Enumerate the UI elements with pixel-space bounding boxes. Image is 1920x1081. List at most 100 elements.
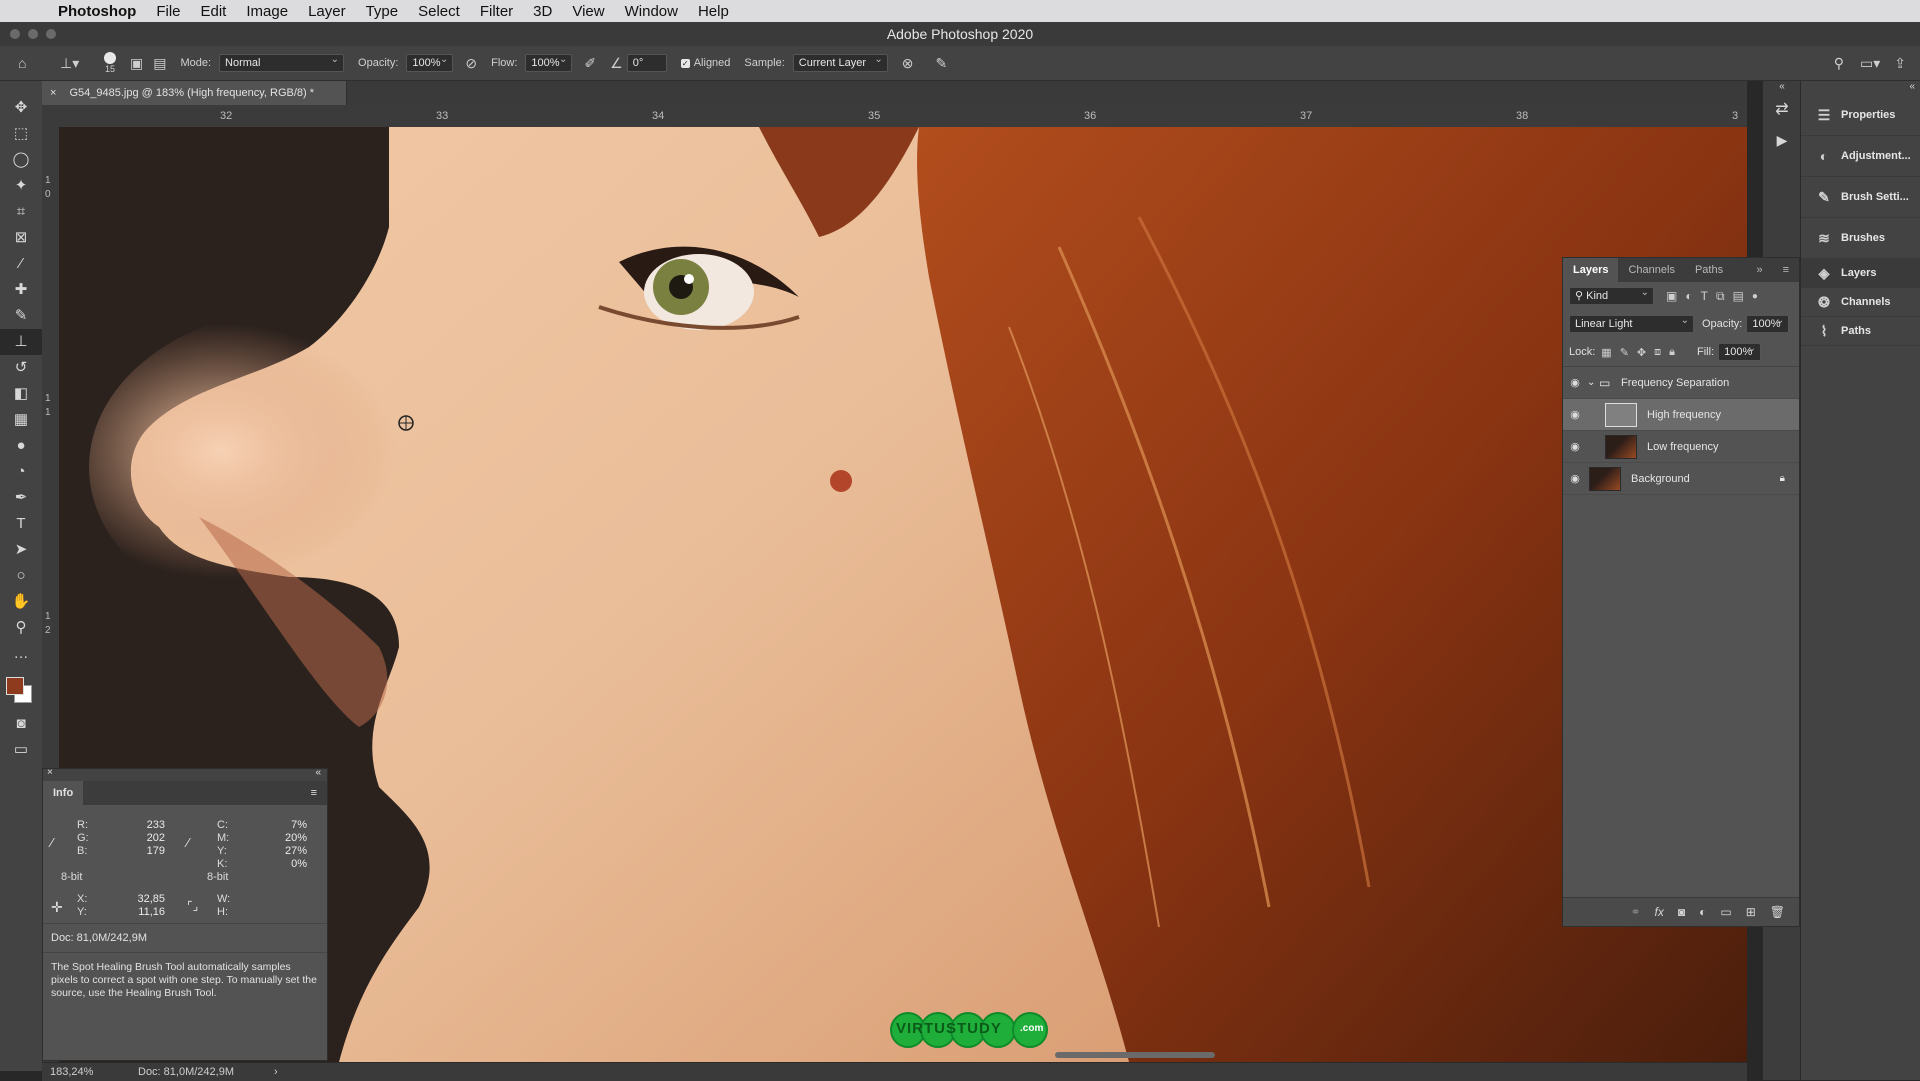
pressure-opacity-icon[interactable]: ⊘ <box>465 55 477 72</box>
menu-app[interactable]: Photoshop <box>48 3 146 20</box>
close-window-button[interactable] <box>10 29 20 39</box>
screen-mode-icon[interactable]: ▭ <box>0 737 42 763</box>
fx-icon[interactable]: fx <box>1655 905 1664 919</box>
brush-settings-toggle-icon[interactable]: ▣ <box>130 55 143 72</box>
chevron-down-icon[interactable]: ⌄ <box>1587 377 1599 388</box>
lock-transparent-icon[interactable]: ▦ <box>1601 346 1611 359</box>
history-brush-tool-icon[interactable]: ↺ <box>0 355 42 381</box>
zoom-tool-icon[interactable]: ⚲ <box>0 615 42 641</box>
filter-type-icon[interactable]: T <box>1701 289 1708 303</box>
filter-toggle-icon[interactable]: ● <box>1752 291 1758 302</box>
aligned-checkbox[interactable]: ✓ Aligned <box>680 57 730 69</box>
healing-brush-tool-icon[interactable]: ✚ <box>0 277 42 303</box>
panel-brush-settings[interactable]: ✎ Brush Setti... <box>1801 177 1920 218</box>
visibility-eye-icon[interactable]: ◉ <box>1563 472 1587 485</box>
document-tab[interactable]: × G54_9485.jpg @ 183% (High frequency, R… <box>42 81 347 105</box>
actions-panel-icon[interactable]: ▶ <box>1763 125 1801 155</box>
menu-edit[interactable]: Edit <box>191 3 237 20</box>
lock-all-icon[interactable]: 🔒︎ <box>1669 346 1675 359</box>
menu-select[interactable]: Select <box>408 3 470 20</box>
frame-tool-icon[interactable]: ⊠ <box>0 225 42 251</box>
close-tab-icon[interactable]: × <box>50 87 56 99</box>
panel-layers[interactable]: ◈ Layers <box>1801 259 1920 288</box>
mode-select[interactable]: Normal <box>219 52 345 72</box>
history-panel-icon[interactable]: ⇄ <box>1763 95 1801 125</box>
menu-3d[interactable]: 3D <box>523 3 562 20</box>
collapse-icon[interactable]: « <box>1801 81 1920 95</box>
panel-menu-icon[interactable]: ≡ <box>1773 258 1799 282</box>
more-tools-icon[interactable]: … <box>0 641 42 667</box>
gradient-tool-icon[interactable]: ▦ <box>0 407 42 433</box>
lock-position-icon[interactable]: ✥ <box>1637 346 1646 359</box>
collapse-panel-icon[interactable]: « <box>315 767 321 778</box>
collapse-panels-icon[interactable]: « <box>1763 81 1801 95</box>
visibility-eye-icon[interactable]: ◉ <box>1563 376 1587 389</box>
panel-brushes[interactable]: ≋ Brushes <box>1801 218 1920 259</box>
filter-adjustment-icon[interactable]: ◐ <box>1685 289 1692 303</box>
tab-layers[interactable]: Layers <box>1563 258 1619 282</box>
filter-shape-icon[interactable]: ⧉ <box>1716 289 1725 304</box>
delete-layer-icon[interactable]: 🗑︎ <box>1770 905 1785 919</box>
tab-paths[interactable]: Paths <box>1685 258 1733 282</box>
hand-tool-icon[interactable]: ✋ <box>0 589 42 615</box>
eraser-tool-icon[interactable]: ◧ <box>0 381 42 407</box>
blur-tool-icon[interactable]: ● <box>0 433 42 459</box>
airbrush-icon[interactable]: ✐ <box>584 55 596 72</box>
visibility-eye-icon[interactable]: ◉ <box>1563 440 1587 453</box>
lock-pixels-icon[interactable]: ✎ <box>1620 346 1629 359</box>
panel-menu-icon[interactable]: ≡ <box>301 781 327 805</box>
share-icon[interactable]: ⇪ <box>1894 55 1906 72</box>
visibility-eye-icon[interactable]: ◉ <box>1563 408 1587 421</box>
home-icon[interactable]: ⌂ <box>18 55 38 71</box>
lasso-tool-icon[interactable]: ◯ <box>0 147 42 173</box>
ellipse-tool-icon[interactable]: ○ <box>0 563 42 589</box>
angle-input[interactable]: 0° <box>626 54 667 72</box>
link-layers-icon[interactable]: ⚭ <box>1630 905 1640 919</box>
layer-background[interactable]: ◉ Background 🔒︎ <box>1563 463 1799 495</box>
tab-channels[interactable]: Channels <box>1618 258 1684 282</box>
dodge-tool-icon[interactable]: ◔ <box>0 459 42 485</box>
menu-help[interactable]: Help <box>688 3 739 20</box>
layer-high-frequency[interactable]: ◉ High frequency <box>1563 399 1799 431</box>
add-mask-icon[interactable]: ◙ <box>1678 905 1685 919</box>
flow-input[interactable]: 100% <box>525 52 573 72</box>
filter-smart-object-icon[interactable]: ▤ <box>1733 289 1744 303</box>
path-selection-tool-icon[interactable]: ➤ <box>0 537 42 563</box>
layer-filter-select[interactable]: ⚲ Kind <box>1569 285 1654 305</box>
expand-panel-icon[interactable]: » <box>1746 258 1772 282</box>
crop-tool-icon[interactable]: ⌗ <box>0 199 42 225</box>
ignore-adjustment-layers-icon[interactable]: ⊗ <box>902 55 914 72</box>
menu-file[interactable]: File <box>146 3 190 20</box>
pressure-size-icon[interactable]: ✎ <box>936 55 948 72</box>
workspace-icon[interactable]: ▭▾ <box>1860 55 1880 72</box>
sample-select[interactable]: Current Layer <box>792 52 888 72</box>
menu-window[interactable]: Window <box>615 3 688 20</box>
magic-wand-tool-icon[interactable]: ✦ <box>0 173 42 199</box>
minimize-window-button[interactable] <box>28 29 38 39</box>
new-layer-icon[interactable]: ⊞ <box>1746 905 1756 919</box>
clone-source-icon[interactable]: ▤ <box>153 55 166 72</box>
layer-low-frequency[interactable]: ◉ Low frequency <box>1563 431 1799 463</box>
panel-adjustments[interactable]: ◐ Adjustment... <box>1801 136 1920 177</box>
opacity-input[interactable]: 100% <box>406 52 454 72</box>
clone-stamp-tool-icon[interactable]: ⊥ <box>0 329 42 355</box>
menu-view[interactable]: View <box>562 3 614 20</box>
zoom-level[interactable]: 183,24% <box>50 1063 93 1081</box>
move-tool-icon[interactable]: ✥ <box>0 95 42 121</box>
clone-stamp-preset-icon[interactable]: ⊥▾ <box>60 55 86 72</box>
layer-opacity-input[interactable]: 100% <box>1746 313 1790 333</box>
filter-pixel-icon[interactable]: ▣ <box>1666 289 1677 303</box>
fill-input[interactable]: 100% <box>1718 341 1762 361</box>
menu-type[interactable]: Type <box>356 3 409 20</box>
layer-group-frequency-separation[interactable]: ◉ ⌄ ▭ Frequency Separation <box>1563 367 1799 399</box>
close-panel-icon[interactable]: × <box>47 767 53 778</box>
marquee-tool-icon[interactable]: ⬚ <box>0 121 42 147</box>
zoom-window-button[interactable] <box>46 29 56 39</box>
search-icon[interactable]: ⚲ <box>1834 55 1844 72</box>
menu-image[interactable]: Image <box>236 3 298 20</box>
status-menu-arrow[interactable]: › <box>274 1063 278 1081</box>
brush-preset-picker[interactable]: 15 <box>104 52 116 74</box>
brush-tool-icon[interactable]: ✎ <box>0 303 42 329</box>
menu-filter[interactable]: Filter <box>470 3 523 20</box>
eyedropper-tool-icon[interactable]: ⁄ <box>0 251 42 277</box>
